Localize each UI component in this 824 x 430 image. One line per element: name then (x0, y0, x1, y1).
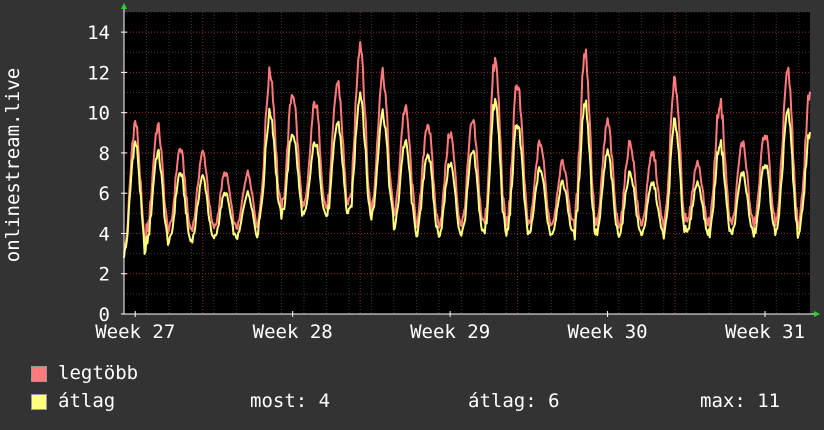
y-tick-label: 14 (87, 22, 110, 44)
x-tick-label: Week 30 (568, 321, 648, 343)
y-tick-label: 6 (99, 183, 110, 205)
y-tick-label: 10 (87, 103, 110, 125)
y-tick-label: 8 (99, 143, 110, 165)
x-tick-label: Week 31 (725, 321, 805, 343)
legend-label-max: legtöbb (58, 362, 139, 384)
stat-now: most: 4 (250, 390, 331, 412)
legend-swatch-avg (31, 394, 47, 410)
stat-max: max: 11 (700, 390, 781, 412)
x-tick-label: Week 29 (410, 321, 490, 343)
x-tick-label: Week 27 (95, 321, 175, 343)
x-tick-label: Week 28 (253, 321, 333, 343)
y-tick-label: 2 (99, 264, 110, 286)
y-axis-arrow (121, 3, 127, 9)
legend-swatch-max (31, 366, 47, 382)
y-axis-label: onlinestream.live (2, 68, 24, 262)
y-tick-label: 12 (87, 62, 110, 84)
legend-label-avg: átlag (58, 390, 116, 412)
y-tick-label: 4 (99, 223, 110, 245)
stat-avg: átlag: 6 (468, 390, 560, 412)
x-axis-arrow (814, 311, 820, 317)
